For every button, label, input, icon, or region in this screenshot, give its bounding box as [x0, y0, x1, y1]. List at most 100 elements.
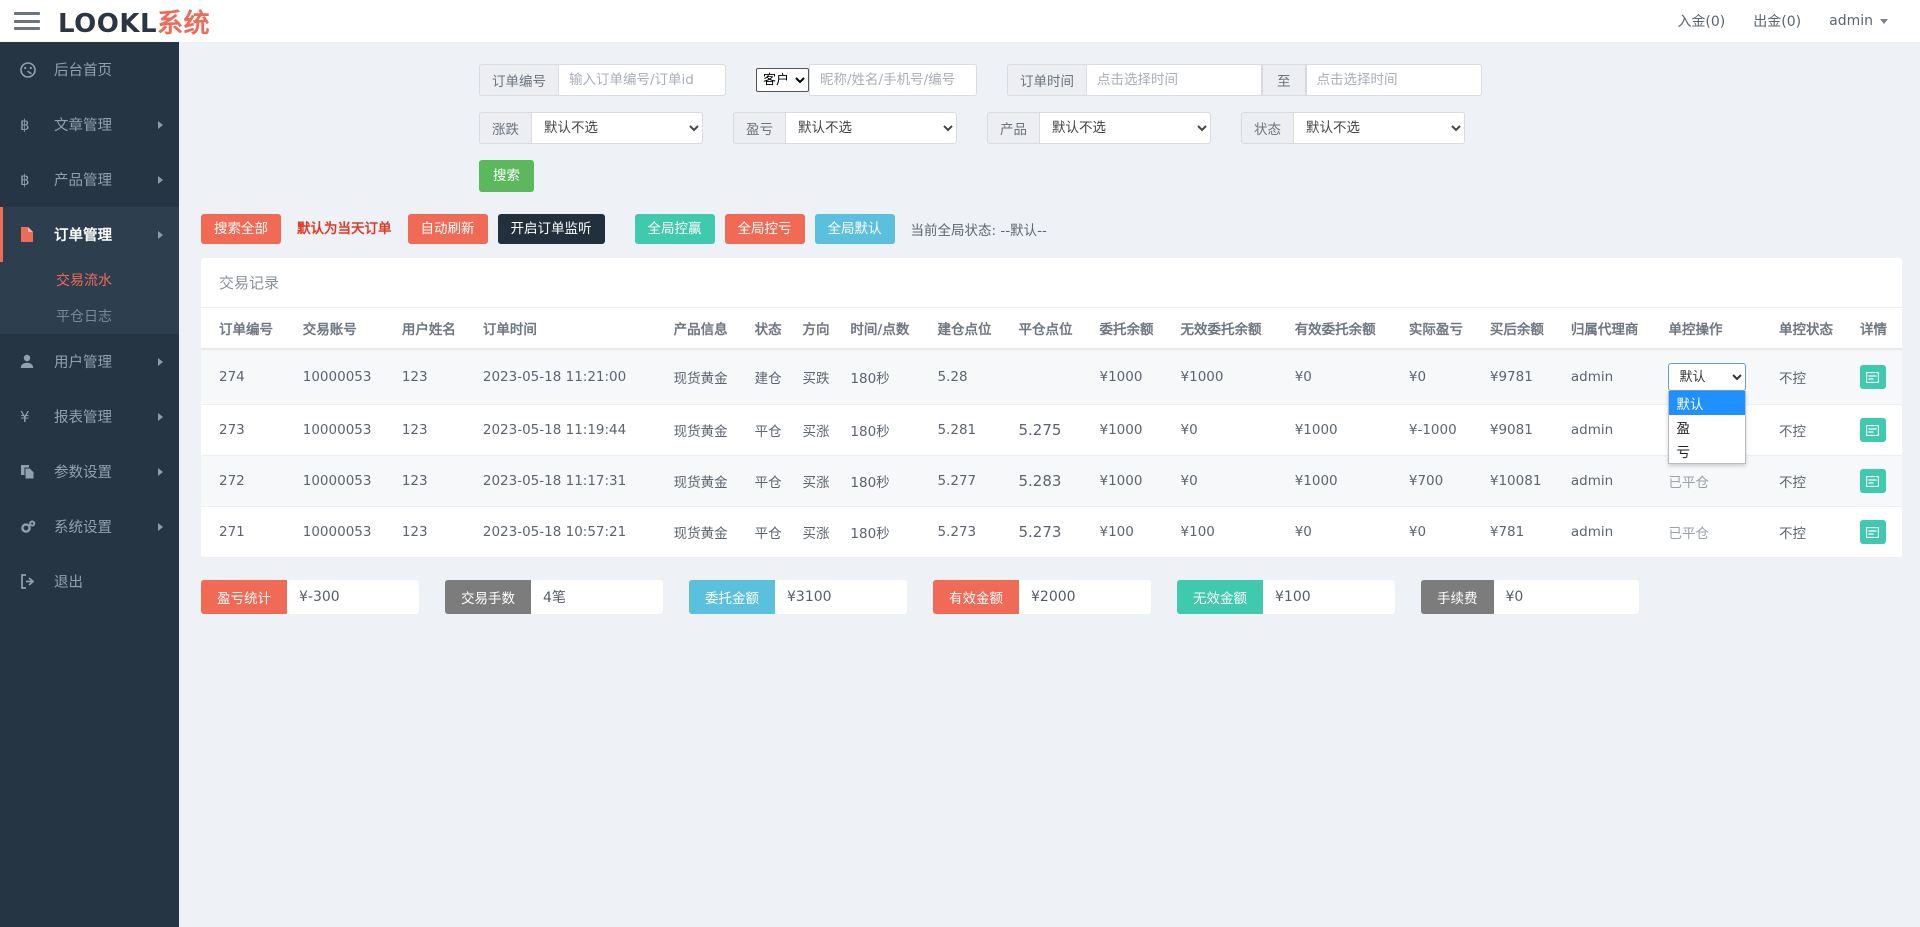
table-row[interactable]: 272100000531232023-05-18 11:17:31现货黄金平仓买… — [201, 456, 1902, 507]
detail-icon[interactable] — [1860, 365, 1886, 389]
status-select[interactable]: 默认不选 — [1293, 112, 1465, 144]
search-all-button[interactable]: 搜索全部 — [201, 214, 281, 244]
detail-icon[interactable] — [1860, 469, 1886, 493]
cell-detail — [1854, 405, 1902, 456]
cell-agent: admin — [1565, 349, 1663, 405]
cell-order-time: 2023-05-18 10:57:21 — [477, 507, 668, 558]
cell-invalid-entrust: ¥0 — [1175, 456, 1289, 507]
cell-balance-after: ¥10081 — [1484, 456, 1565, 507]
profit-loss-select[interactable]: 默认不选 — [785, 112, 957, 144]
chevron-right-icon — [158, 468, 163, 476]
status-label: 状态 — [1241, 112, 1293, 144]
col-account: 交易账号 — [297, 308, 396, 349]
auto-refresh-button[interactable]: 自动刷新 — [408, 214, 488, 244]
cell-product: 现货黄金 — [668, 507, 749, 558]
cell-product: 现货黄金 — [668, 456, 749, 507]
table-row[interactable]: 273100000531232023-05-18 11:19:44现货黄金平仓买… — [201, 405, 1902, 456]
copy-icon — [20, 464, 44, 480]
gears-icon — [20, 519, 44, 535]
sidebar-label: 退出 — [54, 571, 83, 592]
col-period: 时间/点数 — [844, 308, 931, 349]
default-today-button[interactable]: 默认为当天订单 — [291, 214, 398, 244]
sidebar-subitem-closelog[interactable]: 平仓日志 — [0, 298, 179, 334]
search-form: 订单编号 客户 订单时间 至 涨跌 默认不选 盈亏 默认不选 — [179, 42, 1920, 192]
cell-open-point: 5.277 — [931, 456, 1012, 507]
hamburger-icon[interactable] — [14, 12, 40, 30]
logout-icon — [20, 574, 44, 589]
sidebar-item-system[interactable]: 系统设置 — [0, 499, 179, 554]
col-control-status: 单控状态 — [1773, 308, 1854, 349]
summary-item: 无效金额¥100 — [1177, 580, 1395, 614]
rise-fall-group: 涨跌 默认不选 — [479, 112, 703, 144]
order-time-label: 订单时间 — [1007, 64, 1086, 96]
cell-entrust: ¥1000 — [1094, 349, 1175, 405]
withdraw-link[interactable]: 出金(0) — [1739, 11, 1815, 31]
control-option[interactable]: 盈 — [1669, 415, 1745, 439]
summary-item: 交易手数4笔 — [445, 580, 663, 614]
customer-type-select[interactable]: 客户 — [756, 68, 809, 92]
summary-value: ¥100 — [1263, 580, 1395, 614]
cell-pnl: ¥700 — [1403, 456, 1484, 507]
sidebar-item-dashboard[interactable]: 后台首页 — [0, 42, 179, 97]
sidebar-label: 文章管理 — [54, 114, 112, 135]
sidebar-item-articles[interactable]: ฿ 文章管理 — [0, 97, 179, 152]
table-header-row: 订单编号 交易账号 用户姓名 订单时间 产品信息 状态 方向 时间/点数 建仓点… — [201, 308, 1902, 349]
global-default-button[interactable]: 全局默认 — [815, 214, 895, 244]
sidebar-item-orders[interactable]: 订单管理 — [0, 207, 179, 262]
detail-icon[interactable] — [1860, 418, 1886, 442]
col-pnl: 实际盈亏 — [1403, 308, 1484, 349]
time-end-input[interactable] — [1306, 64, 1482, 96]
order-no-label: 订单编号 — [479, 64, 558, 96]
col-detail: 详情 — [1854, 308, 1902, 349]
cell-control-status: 不控 — [1773, 405, 1854, 456]
search-button[interactable]: 搜索 — [479, 160, 534, 192]
user-name: admin — [1829, 13, 1873, 29]
cell-account: 10000053 — [297, 456, 396, 507]
sidebar-item-users[interactable]: 用户管理 — [0, 334, 179, 389]
table-row[interactable]: 271100000531232023-05-18 10:57:21现货黄金平仓买… — [201, 507, 1902, 558]
table-row[interactable]: 274100000531232023-05-18 11:21:00现货黄金建仓买… — [201, 349, 1902, 405]
time-start-input[interactable] — [1086, 64, 1262, 96]
cell-close-point: 5.275 — [1012, 405, 1093, 456]
sidebar-item-reports[interactable]: ¥ 报表管理 — [0, 389, 179, 444]
cell-entrust: ¥100 — [1094, 507, 1175, 558]
sidebar-item-products[interactable]: ฿ 产品管理 — [0, 152, 179, 207]
cell-entrust: ¥1000 — [1094, 405, 1175, 456]
transactions-table: 订单编号 交易账号 用户姓名 订单时间 产品信息 状态 方向 时间/点数 建仓点… — [201, 308, 1902, 558]
global-loss-button[interactable]: 全局控亏 — [725, 214, 805, 244]
time-to-label: 至 — [1262, 64, 1306, 96]
control-option[interactable]: 默认 — [1669, 391, 1745, 415]
user-icon — [20, 354, 44, 369]
product-select[interactable]: 默认不选 — [1039, 112, 1211, 144]
user-menu[interactable]: admin — [1815, 13, 1902, 29]
control-option[interactable]: 亏 — [1669, 439, 1745, 463]
sidebar-label: 产品管理 — [54, 169, 112, 190]
cell-user: 123 — [396, 349, 477, 405]
customer-input[interactable] — [809, 64, 977, 96]
sidebar-item-logout[interactable]: 退出 — [0, 554, 179, 609]
start-monitor-button[interactable]: 开启订单监听 — [498, 214, 605, 244]
product-group: 产品 默认不选 — [987, 112, 1211, 144]
table-body: 274100000531232023-05-18 11:21:00现货黄金建仓买… — [201, 349, 1902, 558]
cell-period: 180秒 — [844, 507, 931, 558]
summary-value: 4笔 — [531, 580, 663, 614]
summary-value: ¥0 — [1494, 580, 1640, 614]
cell-open-point: 5.28 — [931, 349, 1012, 405]
control-status-text: 已平仓 — [1668, 526, 1709, 542]
col-open-point: 建仓点位 — [931, 308, 1012, 349]
summary-value: ¥2000 — [1019, 580, 1151, 614]
global-win-button[interactable]: 全局控赢 — [635, 214, 715, 244]
sidebar-item-params[interactable]: 参数设置 — [0, 444, 179, 499]
cell-valid-entrust: ¥0 — [1289, 349, 1403, 405]
brand-logo[interactable]: LOOKL系统 — [58, 3, 210, 40]
sidebar-subitem-transactions[interactable]: 交易流水 — [0, 262, 179, 298]
sidebar-sublabel: 交易流水 — [56, 270, 112, 290]
col-valid-entrust: 有效委托余额 — [1289, 308, 1403, 349]
control-select[interactable]: 默认 — [1668, 363, 1746, 391]
cell-product: 现货黄金 — [668, 405, 749, 456]
col-direction: 方向 — [797, 308, 845, 349]
detail-icon[interactable] — [1860, 520, 1886, 544]
deposit-link[interactable]: 入金(0) — [1663, 11, 1739, 31]
rise-fall-select[interactable]: 默认不选 — [531, 112, 703, 144]
order-no-input[interactable] — [558, 64, 726, 96]
